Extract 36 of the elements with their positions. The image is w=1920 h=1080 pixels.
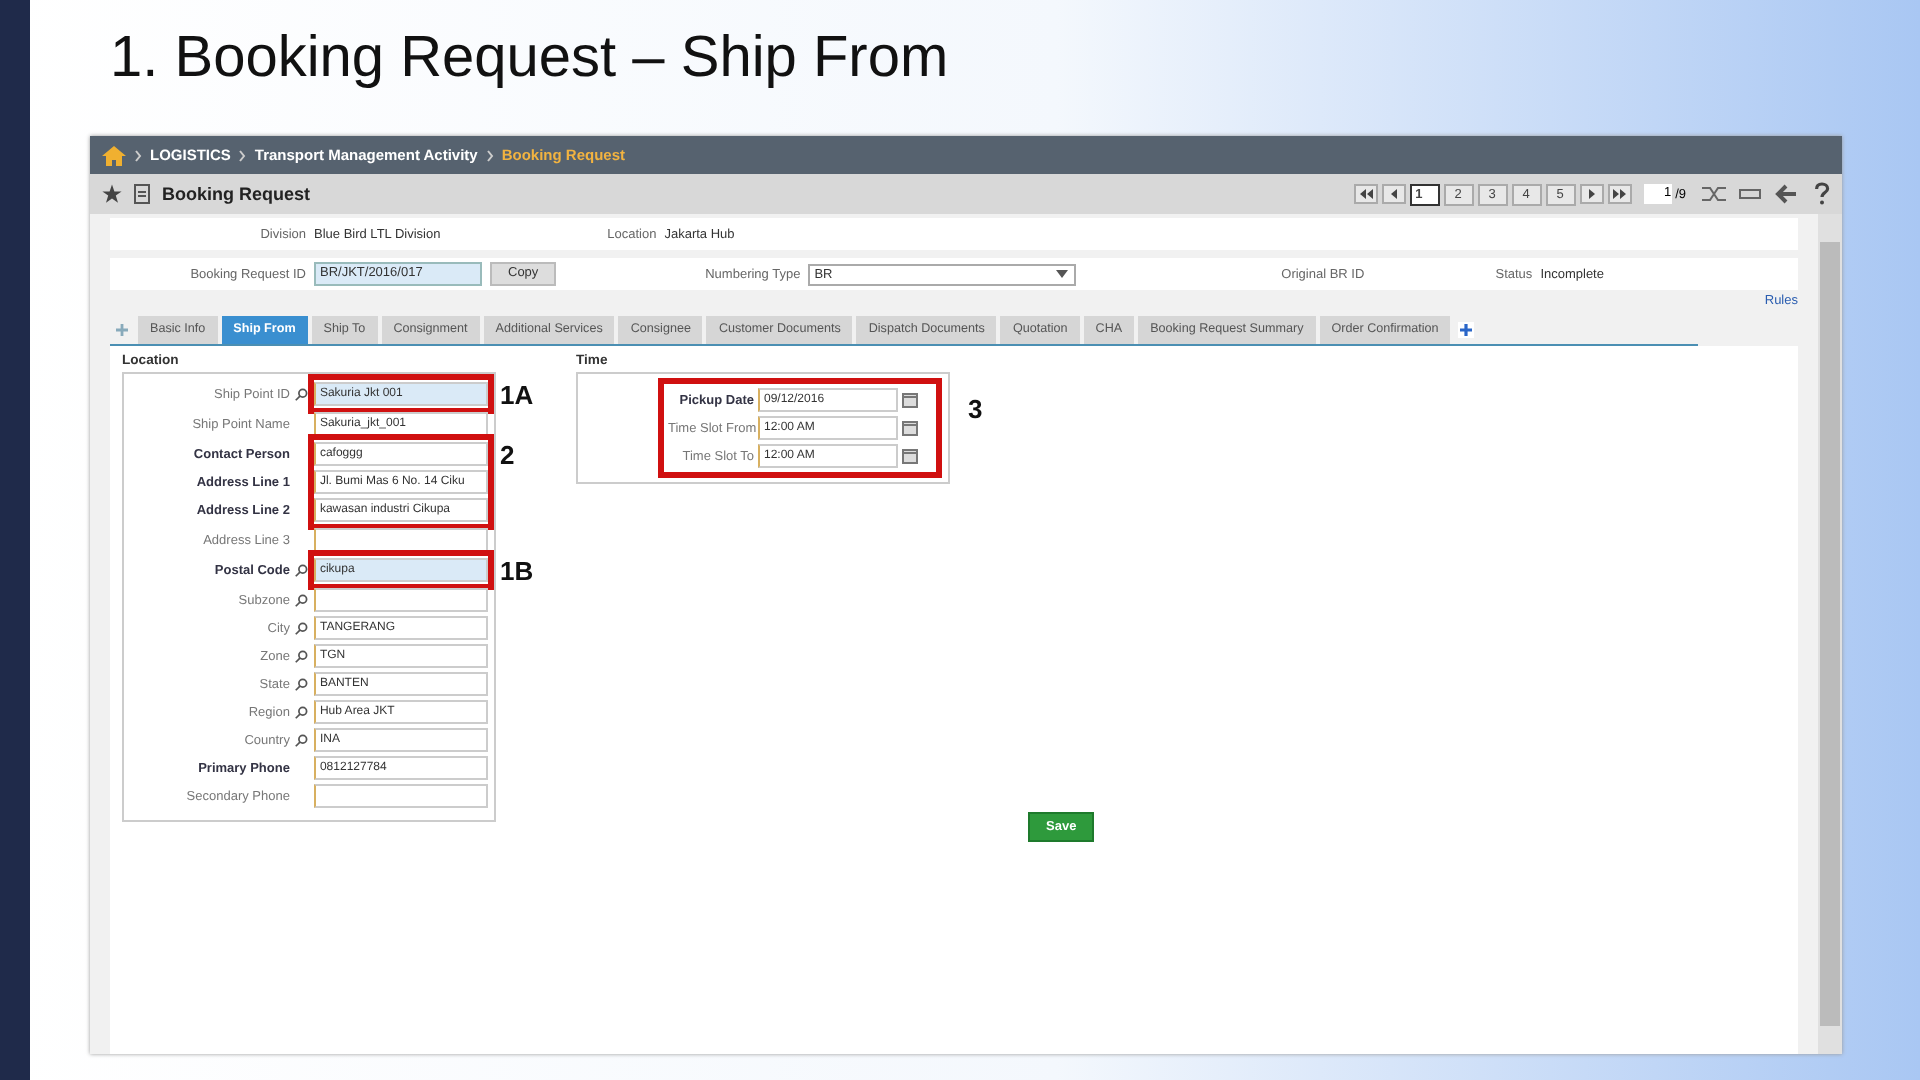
back-arrow-icon[interactable] [1774,184,1798,204]
previous-page-button[interactable] [1381,184,1406,204]
search-icon[interactable] [293,733,308,747]
callout-label: 1A [500,380,534,410]
calendar-icon[interactable] [902,448,918,464]
first-page-button[interactable] [1353,184,1378,204]
input-field[interactable] [313,784,488,808]
chevron-icon [238,149,247,161]
plus-icon[interactable] [1458,322,1475,338]
search-icon[interactable] [293,649,308,663]
input-field[interactable] [313,528,488,552]
slide-title: 1. Booking Request – Ship From [110,24,951,94]
callout-label: 1B [500,556,534,586]
shuffle-icon[interactable] [1702,184,1726,204]
calendar-icon[interactable] [902,392,918,408]
search-icon[interactable] [293,563,308,577]
home-icon[interactable] [102,145,126,165]
star-icon[interactable] [102,184,122,204]
last-page-button[interactable] [1607,184,1632,204]
calendar-icon[interactable] [902,420,918,436]
input-field[interactable] [313,588,488,612]
dropdown-arrow-icon [1056,269,1069,277]
chevron-icon [485,149,494,161]
scrollbar[interactable] [1818,214,1842,1054]
help-icon[interactable] [1814,182,1830,206]
search-icon[interactable] [293,677,308,691]
chevron-icon [134,149,142,161]
next-page-button[interactable] [1579,184,1604,204]
callout-label: 3 [968,394,983,424]
search-icon[interactable] [293,387,308,401]
search-icon[interactable] [293,593,308,607]
page-title: Booking Request [162,184,311,204]
search-icon[interactable] [293,705,308,719]
callout-label: 2 [500,440,515,470]
search-icon[interactable] [293,621,308,635]
document-icon[interactable] [134,184,150,204]
